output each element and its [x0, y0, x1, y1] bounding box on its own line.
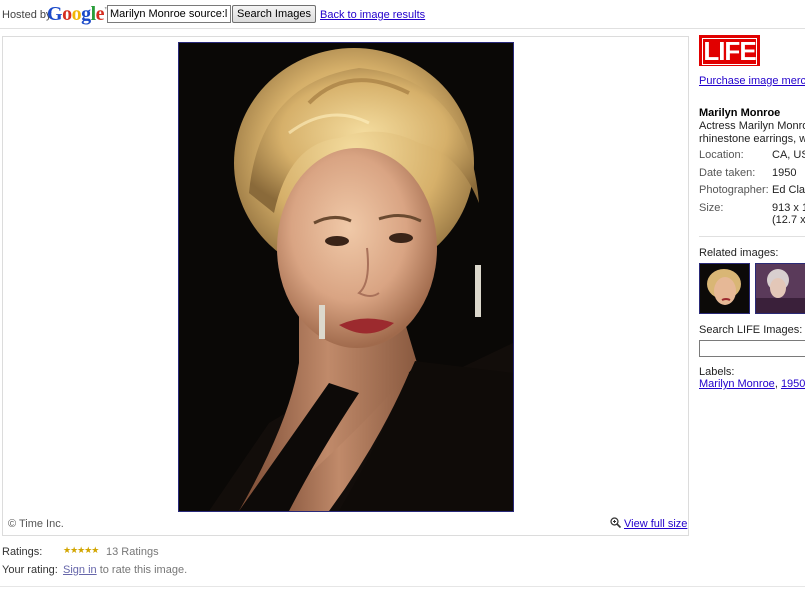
sign-in-suffix: to rate this image. [96, 564, 188, 576]
rating-stars: ★★★★★ [63, 545, 99, 555]
top-divider [0, 28, 805, 29]
view-full-size-link[interactable]: View full size [624, 518, 687, 530]
search-input[interactable] [107, 5, 231, 23]
meta-value: CA, US [772, 149, 805, 161]
meta-key: Photographer: [699, 184, 769, 196]
magnifier-icon [610, 517, 622, 531]
purchase-link[interactable]: Purchase image merchandise [699, 75, 805, 87]
logo-letter-1: G [47, 3, 63, 25]
meta-key: Date taken: [699, 167, 756, 179]
meta-key: Location: [699, 149, 744, 161]
image-caption: Actress Marilyn Monroe wearing rhineston… [699, 120, 805, 146]
related-images-label: Related images: [699, 247, 779, 259]
label-link-1950s[interactable]: 1950s [781, 378, 805, 390]
image-title: Marilyn Monroe [699, 107, 781, 119]
sign-in-prompt: Sign in to rate this image. [63, 564, 187, 576]
related-thumb-1[interactable] [699, 263, 750, 314]
back-to-results-link[interactable]: Back to image results [320, 9, 425, 21]
google-logo[interactable]: Google™ [47, 3, 110, 26]
logo-letter-6: e [95, 3, 105, 25]
meta-key: Size: [699, 202, 724, 214]
size-inches: (12.7 x 17.8 [772, 214, 805, 226]
logo-letter-2: o [62, 3, 72, 25]
your-rating-label: Your rating: [2, 564, 58, 576]
meta-value: 913 x 1280(12.7 x 17.8 [772, 202, 805, 226]
search-images-button[interactable]: Search Images [232, 5, 316, 23]
related-thumb-2[interactable] [755, 263, 805, 314]
sidebar: LIFE Purchase image merchandise Marilyn … [699, 0, 805, 596]
ratings-count: 13 Ratings [106, 546, 159, 558]
logo-letter-3: o [71, 3, 82, 25]
caption-line-2: rhinestone earrings, with her hair [699, 133, 805, 145]
caption-line-1: Actress Marilyn Monroe wearing [699, 120, 805, 132]
logo-letter-4: g [81, 3, 91, 25]
size-pixels: 913 x 1280 [772, 202, 805, 214]
search-life-input[interactable] [699, 340, 805, 357]
life-logo-text: LIFE [702, 36, 757, 66]
label-link-marilyn-monroe[interactable]: Marilyn Monroe [699, 378, 775, 390]
portrait-image [179, 43, 513, 511]
top-bar: Hosted by Google™ Search Images Back to … [0, 0, 805, 28]
life-logo[interactable]: LIFE [699, 35, 760, 66]
main-photo[interactable] [178, 42, 514, 512]
meta-value: Ed Clark [772, 184, 805, 196]
bottom-divider [0, 586, 805, 587]
ratings-label: Ratings: [2, 546, 43, 558]
sign-in-link[interactable]: Sign in [63, 564, 97, 576]
labels-links: Marilyn Monroe, 1950s [699, 378, 805, 390]
meta-value: 1950 [772, 167, 797, 179]
hosted-by-label: Hosted by [2, 9, 52, 21]
labels-label: Labels: [699, 366, 735, 378]
search-life-label: Search LIFE Images: [699, 324, 803, 336]
copyright-label: © Time Inc. [8, 518, 64, 530]
view-full-size[interactable]: View full size [610, 517, 687, 531]
sidebar-divider [699, 236, 805, 237]
